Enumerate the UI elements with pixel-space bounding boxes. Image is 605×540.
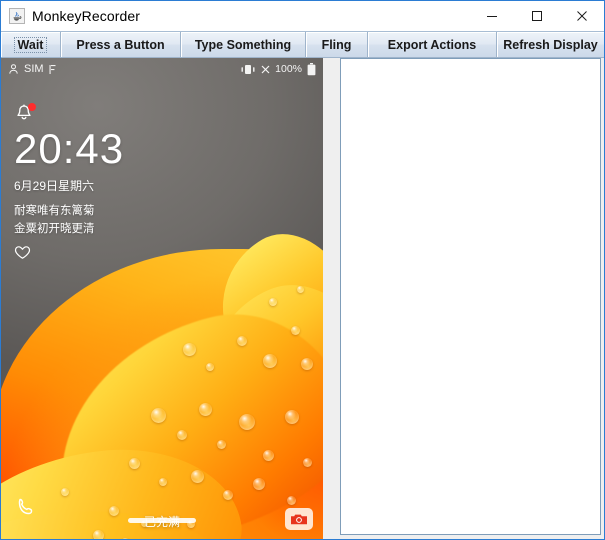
java-coffee-cup-icon	[9, 8, 25, 24]
sim-label: SIM	[24, 63, 44, 75]
wait-button[interactable]: Wait	[1, 32, 61, 57]
press-a-button-button[interactable]: Press a Button	[61, 32, 181, 57]
water-droplet	[297, 286, 304, 293]
water-droplet	[217, 440, 226, 449]
heart-icon[interactable]	[14, 245, 124, 265]
phone-shortcut[interactable]	[15, 496, 37, 523]
water-droplet	[206, 363, 214, 371]
wait-button-label: Wait	[13, 36, 48, 53]
recorded-actions-list	[341, 59, 600, 63]
notification-bell[interactable]	[14, 103, 36, 125]
water-droplet	[287, 496, 296, 505]
water-droplet	[285, 410, 299, 424]
minimize-icon	[486, 16, 497, 17]
press-a-button-label: Press a Button	[76, 37, 165, 52]
phone-icon	[18, 498, 33, 515]
camera-shortcut[interactable]	[285, 508, 313, 530]
water-droplet	[93, 530, 104, 539]
window-title: MonkeyRecorder	[32, 8, 140, 24]
camera-icon	[291, 514, 307, 525]
water-droplet	[239, 414, 255, 430]
lock-screen-quote: 耐寒唯有东篱菊 金粟初开晓更清	[14, 203, 124, 237]
status-bar-left: SIM	[8, 63, 58, 75]
maximize-icon	[531, 11, 542, 21]
fling-button[interactable]: Fling	[306, 32, 368, 57]
device-status-bar: SIM 100%	[1, 58, 323, 80]
water-droplet	[291, 326, 300, 335]
battery-percent-label: 100%	[275, 63, 302, 75]
maximize-button[interactable]	[514, 1, 559, 31]
recorded-actions-panel[interactable]	[340, 58, 601, 535]
water-droplet	[151, 408, 166, 423]
water-droplet	[253, 478, 265, 490]
water-droplet	[237, 336, 247, 346]
person-icon	[9, 63, 18, 74]
water-droplet	[191, 470, 204, 483]
vibrate-icon	[241, 64, 255, 74]
main-window: MonkeyRecorder Wait Press a Button Type …	[0, 0, 605, 540]
battery-full-icon	[307, 62, 316, 75]
signal-none-icon	[49, 64, 56, 74]
type-something-label: Type Something	[194, 37, 292, 52]
close-button[interactable]	[559, 1, 604, 31]
type-something-button[interactable]: Type Something	[181, 32, 306, 57]
fling-button-label: Fling	[321, 37, 352, 52]
panel-divider	[323, 58, 340, 539]
water-droplet	[199, 403, 212, 416]
refresh-display-button[interactable]: Refresh Display	[497, 32, 604, 57]
window-controls	[469, 1, 604, 31]
x-icon	[261, 65, 270, 73]
water-droplet	[223, 490, 233, 500]
close-icon	[576, 11, 587, 21]
home-indicator-bar[interactable]	[128, 518, 196, 523]
refresh-display-label: Refresh Display	[503, 37, 598, 52]
water-droplet	[177, 430, 187, 440]
quote-line-1: 耐寒唯有东篱菊	[14, 205, 95, 217]
water-droplet	[61, 488, 69, 496]
water-droplet	[159, 478, 167, 486]
lock-screen-info: 20:43 6月29日星期六 耐寒唯有东篱菊 金粟初开晓更清	[14, 103, 124, 265]
water-droplet	[263, 354, 277, 368]
export-actions-button[interactable]: Export Actions	[368, 32, 497, 57]
water-droplet	[303, 458, 312, 467]
lock-screen-clock: 20:43	[14, 125, 125, 172]
quote-line-2: 金粟初开晓更清	[14, 223, 95, 235]
notification-badge-dot	[28, 103, 36, 111]
title-bar: MonkeyRecorder	[1, 1, 604, 31]
water-droplet	[263, 450, 274, 461]
water-droplet	[183, 343, 196, 356]
status-bar-right: 100%	[240, 62, 316, 76]
content-area: SIM 100% 20:43 6月29日星期六 耐寒唯有东篱菊 金粟初开晓更清	[1, 58, 604, 539]
lock-screen-date: 6月29日星期六	[14, 179, 95, 193]
water-droplet	[269, 298, 277, 306]
minimize-button[interactable]	[469, 1, 514, 31]
water-droplet	[129, 458, 140, 469]
export-actions-label: Export Actions	[387, 37, 477, 52]
water-droplet	[301, 358, 313, 370]
device-screenshot[interactable]: SIM 100% 20:43 6月29日星期六 耐寒唯有东篱菊 金粟初开晓更清	[1, 58, 323, 539]
action-toolbar: Wait Press a Button Type Something Fling…	[1, 31, 604, 58]
